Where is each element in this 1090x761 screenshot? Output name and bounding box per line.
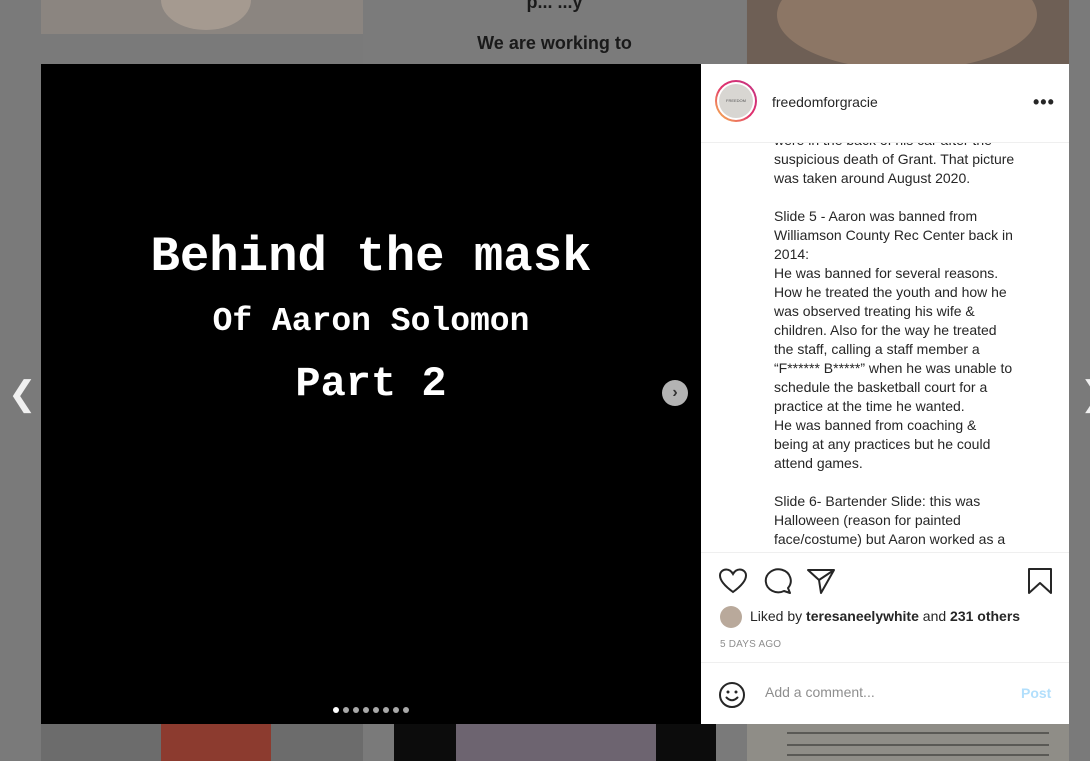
photo-subject <box>161 0 251 30</box>
caption-line: 2014: <box>774 246 810 262</box>
caption-line: practice at the time he wanted. <box>774 398 965 414</box>
media-part: Part 2 <box>295 360 447 408</box>
comment-input[interactable] <box>763 683 1007 701</box>
bookmark-icon[interactable] <box>1026 567 1054 595</box>
post-comment-button[interactable]: Post <box>1021 685 1051 701</box>
caption-line: was taken around August 2020. <box>774 170 971 186</box>
caption-line <box>774 188 1044 207</box>
likes-count-link[interactable]: 231 others <box>950 608 1020 624</box>
background-tile-document <box>747 724 1069 761</box>
liked-by-user-link[interactable]: teresaneelywhite <box>806 608 919 624</box>
next-post-arrow-icon[interactable]: ❯ <box>1080 377 1090 411</box>
avatar-image: FREEDOM <box>719 84 753 118</box>
comment-bar: Post <box>701 662 1069 725</box>
background-tile-photo <box>41 0 363 34</box>
avatar-border: FREEDOM <box>717 82 755 120</box>
post-header: FREEDOM freedomforgracie ••• <box>701 64 1069 143</box>
slide-dot <box>353 707 359 713</box>
caption-line: Halloween (reason for painted <box>774 512 961 528</box>
caption-line: schedule the basketball court for a <box>774 379 988 395</box>
slide-dot <box>403 707 409 713</box>
more-options-icon[interactable]: ••• <box>1033 92 1055 113</box>
previous-post-arrow-icon[interactable]: ❮ <box>8 377 37 411</box>
slide-indicator <box>41 700 701 718</box>
liked-by-joiner: and <box>922 608 947 624</box>
background-tile-text: p... ...y We are working to <box>363 0 746 64</box>
caption-line: being at any practices but he could <box>774 436 991 452</box>
emoji-icon[interactable] <box>718 681 746 709</box>
caption-line: was observed treating his wife & <box>774 303 975 319</box>
slide-dot <box>363 707 369 713</box>
background-tile-photo <box>394 724 716 761</box>
photo-subject <box>161 724 271 761</box>
caption-line: the staff, calling a staff member a <box>774 341 980 357</box>
avatar[interactable]: FREEDOM <box>715 80 757 122</box>
share-icon[interactable] <box>806 567 836 595</box>
caption-line: suspicious death of Grant. That picture <box>774 151 1015 167</box>
slide-dot <box>393 707 399 713</box>
document-line <box>787 744 1049 746</box>
media-title: Behind the mask <box>150 229 592 285</box>
post-side-panel: FREEDOM freedomforgracie ••• were in the… <box>701 64 1069 724</box>
slide-dot <box>333 707 339 713</box>
media-subtitle: Of Aaron Solomon <box>212 303 530 340</box>
caption-text: were in the back of his car after thesus… <box>774 143 1044 549</box>
photo-subject <box>777 0 1037 64</box>
background-tile-photo <box>747 0 1069 64</box>
caption-line: Slide 6- Bartender Slide: this was <box>774 493 981 509</box>
post-timestamp[interactable]: 5 DAYS AGO <box>720 639 781 650</box>
comment-icon[interactable] <box>762 567 792 595</box>
username-link[interactable]: freedomforgracie <box>772 94 878 110</box>
slide-dot <box>373 707 379 713</box>
caption-line <box>774 473 1044 492</box>
caption-line: Williamson County Rec Center back in <box>774 227 1013 243</box>
caption-line: “F****** B*****” when he was unable to <box>774 360 1013 376</box>
caption-scroll-area[interactable]: were in the back of his car after thesus… <box>701 143 1069 552</box>
caption-line: He was banned for several reasons. <box>774 265 999 281</box>
caption-line: How he treated the youth and how he <box>774 284 1007 300</box>
post-media[interactable]: Behind the mask Of Aaron Solomon Part 2 … <box>41 64 701 724</box>
liked-by-prefix: Liked by <box>750 608 803 624</box>
tile-text: We are working to <box>477 33 632 53</box>
liker-avatar[interactable] <box>720 606 742 628</box>
document-line <box>787 754 1049 756</box>
heart-icon[interactable] <box>718 567 748 595</box>
caption-line: were in the back of his car after the <box>774 143 1044 150</box>
caption-line: attend games. <box>774 455 863 471</box>
liked-by-text: Liked by teresaneelywhite and 231 others <box>750 608 1020 624</box>
post-actions: Liked by teresaneelywhite and 231 others… <box>701 552 1069 663</box>
slide-dot <box>343 707 349 713</box>
caption-line: face/costume) but Aaron worked as a <box>774 531 1006 547</box>
slide-dot <box>383 707 389 713</box>
tile-text-cut: p... ...y <box>526 0 583 12</box>
next-slide-icon[interactable]: › <box>662 380 688 406</box>
photo-subject <box>456 724 656 761</box>
background-tile-photo <box>41 724 363 761</box>
caption-line: He was banned from coaching & <box>774 417 977 433</box>
document-line <box>787 732 1049 734</box>
caption-line: Slide 5 - Aaron was banned from <box>774 208 978 224</box>
caption-line: children. Also for the way he treated <box>774 322 997 338</box>
